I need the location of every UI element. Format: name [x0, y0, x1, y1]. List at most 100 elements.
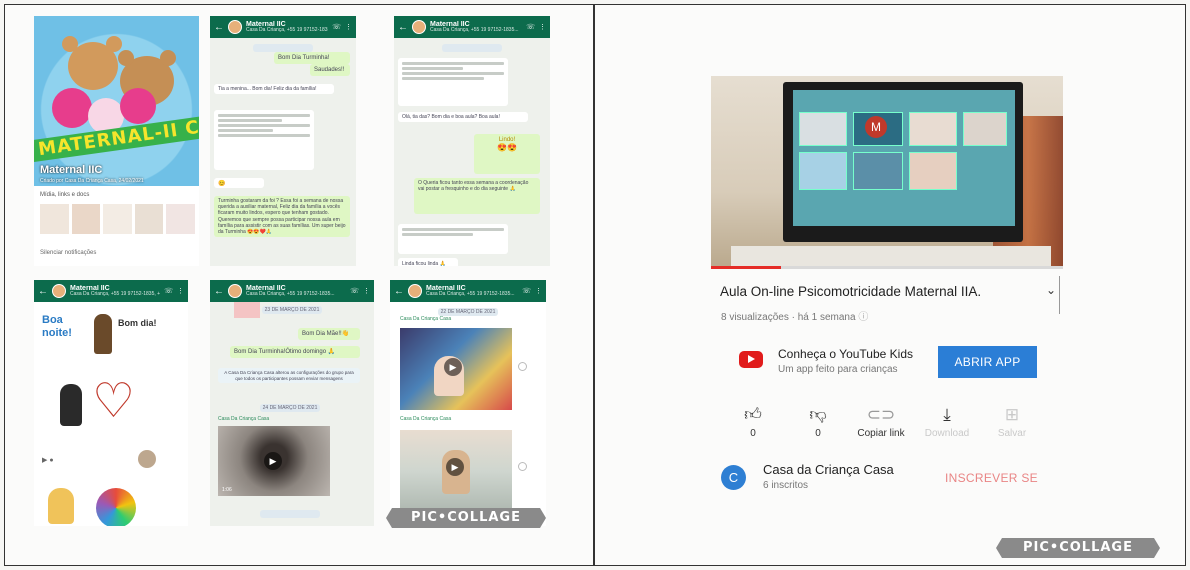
subscribe-button[interactable]: INSCREVER SE — [945, 471, 1038, 485]
divider — [1059, 276, 1060, 314]
video-message[interactable]: ▶ — [400, 430, 512, 512]
video-player[interactable]: M — [711, 76, 1063, 269]
download-button[interactable]: ⤓ Download — [912, 404, 982, 439]
like-button[interactable]: 👍︎ 0 — [718, 404, 788, 439]
message-sender: Casa Da Criança Casa — [400, 416, 452, 422]
forward-icon[interactable] — [518, 362, 527, 371]
copy-link-button[interactable]: ⊂⊃ Copiar link — [846, 404, 916, 439]
menu-icon[interactable]: ⋮ — [177, 287, 184, 295]
participant-avatar: M — [865, 116, 887, 138]
message-sender: Casa Da Criança Casa — [400, 316, 452, 322]
channel-avatar[interactable]: C — [721, 465, 746, 490]
play-audio-icon[interactable]: ▶ ● — [42, 456, 54, 464]
rainbow-sticker — [96, 488, 136, 526]
menu-icon[interactable]: ⋮ — [535, 287, 542, 295]
chat-panel-d: ← Maternal IIC Casa Da Criança, +55 19 97… — [34, 280, 188, 526]
sender-avatar — [138, 450, 156, 468]
video-progress-bar[interactable] — [711, 266, 1063, 269]
back-arrow-icon[interactable]: ← — [214, 286, 224, 297]
save-icon: ⊞ — [1004, 405, 1020, 424]
sticker-character — [94, 314, 112, 354]
back-arrow-icon[interactable]: ← — [38, 286, 48, 297]
download-icon: ⤓ — [943, 405, 951, 424]
media-thumbnail[interactable] — [103, 204, 132, 234]
menu-icon[interactable]: ⋮ — [539, 23, 546, 31]
date-chip: 23 DE MARÇO DE 2021 — [262, 306, 322, 314]
message-out: Bom Dia Turminha! — [274, 52, 350, 64]
video-message[interactable]: ▶ — [400, 328, 512, 410]
message-out-long: Turminha gostaram da foi ? Essa foi a se… — [214, 196, 350, 238]
chat-body: Boa noite! Bom dia! ♡ ▶ ● — [34, 302, 188, 526]
collage-divider — [593, 4, 595, 566]
back-arrow-icon[interactable]: ← — [214, 22, 224, 33]
info-icon[interactable]: ⓘ — [858, 312, 868, 323]
group-avatar — [52, 284, 66, 298]
media-thumbnail[interactable] — [71, 204, 101, 234]
media-thumbnail[interactable] — [40, 204, 69, 234]
video-title[interactable]: Aula On-line Psicomotricidade Maternal I… — [720, 284, 981, 299]
page: MATERNAL-II C Maternal IIC Criado por Ca… — [0, 0, 1190, 570]
video-message[interactable]: ▶ 1:06 — [218, 426, 330, 496]
play-icon[interactable]: ▶ — [446, 458, 464, 476]
video-duration: 1:06 — [222, 487, 232, 493]
video-meta: 8 visualizações · há 1 semana ⓘ — [721, 308, 868, 323]
channel-name[interactable]: Casa da Criança Casa — [763, 462, 894, 477]
forward-icon[interactable] — [518, 462, 527, 471]
media-thumbnail[interactable] — [166, 204, 195, 234]
message-emoji: 😍😍 — [497, 143, 517, 152]
dislike-button[interactable]: 👎︎ 0 — [783, 404, 853, 439]
open-app-button[interactable]: ABRIR APP — [938, 346, 1037, 378]
video-meta-text: 8 visualizações · há 1 semana — [721, 312, 856, 323]
chat-header[interactable]: ← Maternal IIC Casa Da Criança, +55 19 97… — [394, 16, 550, 38]
message-in-quote — [398, 224, 508, 254]
thumbs-up-icon: 👍︎ — [744, 405, 762, 424]
whatsapp-collage: MATERNAL-II C Maternal IIC Criado por Ca… — [28, 12, 568, 532]
back-arrow-icon[interactable]: ← — [398, 22, 408, 33]
phone-icon[interactable]: ☏ — [164, 287, 173, 295]
group-photo[interactable]: MATERNAL-II C Maternal IIC Criado por Ca… — [34, 16, 199, 186]
save-button[interactable]: ⊞ Salvar — [977, 404, 1047, 439]
mute-notifications[interactable]: Silenciar notificações — [40, 250, 96, 256]
menu-icon[interactable]: ⋮ — [363, 287, 370, 295]
message-out: O Queria ficou tanto essa semana a coord… — [414, 178, 540, 214]
chat-participants: Casa Da Criança, +55 19 97152-1835... — [430, 27, 519, 33]
phone-icon[interactable]: ☏ — [526, 23, 535, 31]
chat-participants: Casa Da Criança, +55 19 97152-1835... — [426, 291, 515, 297]
chevron-down-icon[interactable]: ⌄ — [1046, 283, 1056, 297]
chat-header[interactable]: ← Maternal IIC Casa Da Criança, +55 19 97… — [210, 16, 356, 38]
chat-panel-c: ← Maternal IIC Casa Da Criança, +55 19 97… — [394, 16, 550, 266]
heart-sticker-icon: ♡ — [92, 375, 136, 428]
message-in-quote — [398, 58, 508, 106]
channel-subscribers: 6 inscritos — [763, 480, 809, 491]
chat-header[interactable]: ← Maternal IIC Casa Da Criança, +55 19 97… — [34, 280, 188, 302]
back-arrow-icon[interactable]: ← — [394, 286, 404, 297]
menu-icon[interactable]: ⋮ — [345, 23, 352, 31]
message-out: Lindo! 😍😍 — [474, 134, 540, 174]
video-call-screen: M — [793, 90, 1015, 226]
chat-panel-f: ← Maternal IIC Casa Da Criança, +55 19 97… — [390, 280, 546, 526]
phone-icon[interactable]: ☏ — [350, 287, 359, 295]
message-out: Bom Dia Mãe!!👋 — [298, 328, 360, 340]
kids-promo-subtitle: Um app feito para crianças — [778, 364, 898, 375]
play-icon[interactable]: ▶ — [444, 358, 462, 376]
group-created-by: Criado por Casa Da Criança Casa, 24/02/2… — [40, 178, 144, 184]
dislike-count: 0 — [815, 428, 821, 439]
media-links-label[interactable]: Mídia, links e docs — [40, 192, 89, 198]
sticker-character — [48, 488, 74, 524]
image-thumbnail[interactable] — [234, 302, 260, 318]
download-label: Download — [924, 428, 970, 439]
chat-header[interactable]: ← Maternal IIC Casa Da Criança, +55 19 97… — [210, 280, 374, 302]
chat-body: Olá, tia das? Bom dia e boa aula? Boa au… — [394, 38, 550, 266]
phone-icon[interactable]: ☏ — [332, 23, 341, 31]
media-thumbnail[interactable] — [134, 204, 164, 234]
thumbs-down-icon: 👎︎ — [809, 405, 827, 424]
group-avatar — [228, 284, 242, 298]
play-icon[interactable]: ▶ — [264, 452, 282, 470]
chat-panel-b: ← Maternal IIC Casa Da Criança, +55 19 97… — [210, 16, 356, 266]
date-chip: 24 DE MARÇO DE 2021 — [260, 404, 320, 412]
copy-link-label: Copiar link — [857, 428, 905, 439]
phone-icon[interactable]: ☏ — [522, 287, 531, 295]
message-in-quote — [214, 110, 314, 170]
chat-header[interactable]: ← Maternal IIC Casa Da Criança, +55 19 97… — [390, 280, 546, 302]
pic-collage-watermark: PIC•COLLAGE — [996, 538, 1160, 558]
